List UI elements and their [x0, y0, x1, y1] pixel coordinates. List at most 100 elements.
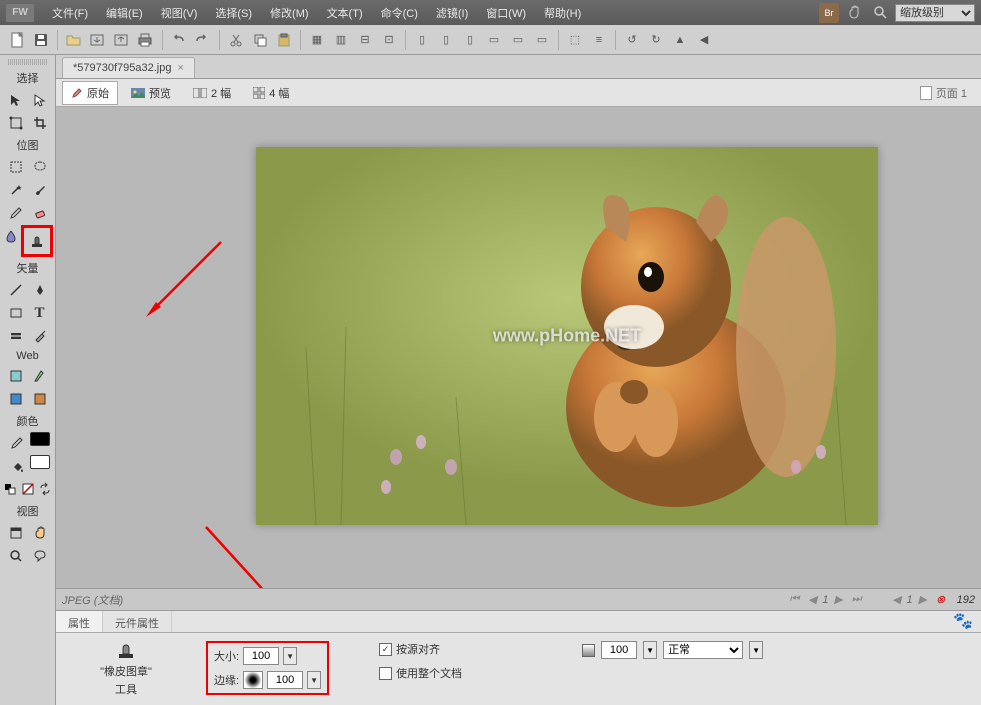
- distribute-h-icon[interactable]: ⊟: [354, 29, 376, 51]
- no-color-icon[interactable]: [20, 478, 36, 500]
- transform-icon[interactable]: ⬚: [564, 29, 586, 51]
- align-left-icon[interactable]: ▯: [411, 29, 433, 51]
- lasso-tool[interactable]: [29, 156, 51, 178]
- opacity-dropdown-icon[interactable]: ▼: [643, 641, 657, 659]
- menu-select[interactable]: 选择(S): [207, 2, 260, 24]
- align-top-icon[interactable]: ▭: [483, 29, 505, 51]
- redo-icon[interactable]: [192, 29, 214, 51]
- freeform-tool[interactable]: [5, 325, 27, 347]
- view-preview[interactable]: 预览: [122, 81, 180, 105]
- subselect-tool[interactable]: [29, 89, 51, 111]
- bridge-icon[interactable]: Br: [819, 3, 839, 23]
- size-dropdown-icon[interactable]: ▼: [283, 647, 297, 665]
- opacity-swatch[interactable]: [582, 644, 595, 657]
- blend-mode-select[interactable]: 正常: [663, 641, 743, 659]
- blur-tool[interactable]: [2, 225, 19, 247]
- copy-icon[interactable]: [249, 29, 271, 51]
- wand-tool[interactable]: [5, 179, 27, 201]
- scale-tool[interactable]: [5, 112, 27, 134]
- nav2-prev-icon[interactable]: ◀: [889, 592, 905, 608]
- size-input[interactable]: [243, 647, 279, 665]
- close-tab-icon[interactable]: ×: [177, 62, 183, 74]
- swap-colors-icon[interactable]: [37, 478, 53, 500]
- ungroup-icon[interactable]: ▥: [330, 29, 352, 51]
- rubber-stamp-tool[interactable]: [26, 230, 48, 252]
- panel-grip[interactable]: [8, 59, 48, 65]
- hotspot-tool[interactable]: [5, 365, 27, 387]
- brush-tool[interactable]: [29, 179, 51, 201]
- group-icon[interactable]: ▦: [306, 29, 328, 51]
- menu-help[interactable]: 帮助(H): [536, 2, 589, 24]
- page-indicator[interactable]: 页面 1: [912, 82, 975, 104]
- file-tab[interactable]: *579730f795a32.jpg ×: [62, 57, 195, 78]
- nav-last-icon[interactable]: ⏭: [849, 592, 865, 608]
- zoom-tool[interactable]: [5, 545, 27, 567]
- menu-text[interactable]: 文本(T): [319, 2, 371, 24]
- zoom-select[interactable]: 缩放级别: [895, 4, 975, 22]
- opacity-input[interactable]: [601, 641, 637, 659]
- menu-file[interactable]: 文件(F): [44, 2, 96, 24]
- hand-icon[interactable]: [845, 3, 865, 23]
- stroke-swatch[interactable]: [30, 432, 50, 446]
- undo-icon[interactable]: [168, 29, 190, 51]
- close-doc-icon[interactable]: ⊗: [933, 592, 949, 608]
- menu-modify[interactable]: 修改(M): [262, 2, 317, 24]
- hand-tool[interactable]: [29, 522, 51, 544]
- tab-attributes[interactable]: 属性: [56, 611, 103, 632]
- knife-tool[interactable]: [29, 325, 51, 347]
- align-center-icon[interactable]: ▯: [435, 29, 457, 51]
- zoom-icon[interactable]: [871, 3, 891, 23]
- text-tool[interactable]: T: [29, 302, 51, 324]
- open-icon[interactable]: [63, 29, 85, 51]
- default-colors-icon[interactable]: [2, 478, 18, 500]
- align-source-checkbox[interactable]: ✓: [379, 643, 392, 656]
- show-slices-icon[interactable]: [29, 388, 51, 410]
- view-4up[interactable]: 4 幅: [244, 81, 298, 105]
- line-tool[interactable]: [5, 279, 27, 301]
- rotate-cw-icon[interactable]: ↻: [645, 29, 667, 51]
- flip-v-icon[interactable]: ◀: [693, 29, 715, 51]
- fill-swatch[interactable]: [30, 455, 50, 469]
- import-icon[interactable]: [87, 29, 109, 51]
- lasso-select-tool[interactable]: [29, 545, 51, 567]
- print-icon[interactable]: [135, 29, 157, 51]
- flip-h-icon[interactable]: ▲: [669, 29, 691, 51]
- use-whole-doc-checkbox[interactable]: [379, 667, 392, 680]
- fill-color[interactable]: [6, 455, 28, 477]
- edge-swatch[interactable]: [243, 671, 263, 689]
- screen-mode-icon[interactable]: [5, 522, 27, 544]
- crop-tool[interactable]: [29, 112, 51, 134]
- distribute-v-icon[interactable]: ⊡: [378, 29, 400, 51]
- nav-next-icon[interactable]: ▶: [831, 592, 847, 608]
- eraser-tool[interactable]: [29, 202, 51, 224]
- align-bottom-icon[interactable]: ▭: [531, 29, 553, 51]
- paste-icon[interactable]: [273, 29, 295, 51]
- nav-prev-icon[interactable]: ◀: [804, 592, 820, 608]
- menu-view[interactable]: 视图(V): [153, 2, 206, 24]
- pen-tool[interactable]: [29, 279, 51, 301]
- rotate-ccw-icon[interactable]: ↺: [621, 29, 643, 51]
- marquee-tool[interactable]: [5, 156, 27, 178]
- tab-element-attributes[interactable]: 元件属性: [103, 611, 172, 632]
- slice-tool[interactable]: [29, 365, 51, 387]
- export-icon[interactable]: [111, 29, 133, 51]
- nav-first-icon[interactable]: ⏮: [786, 592, 802, 608]
- view-original[interactable]: 原始: [62, 81, 118, 105]
- mode-dropdown-icon[interactable]: ▼: [749, 641, 763, 659]
- menu-window[interactable]: 窗口(W): [478, 2, 534, 24]
- cut-icon[interactable]: [225, 29, 247, 51]
- pencil-tool[interactable]: [5, 202, 27, 224]
- align-right-icon[interactable]: ▯: [459, 29, 481, 51]
- canvas[interactable]: www.pHome.NET: [56, 107, 981, 588]
- align-middle-icon[interactable]: ▭: [507, 29, 529, 51]
- menu-commands[interactable]: 命令(C): [373, 2, 426, 24]
- new-icon[interactable]: [6, 29, 28, 51]
- edge-input[interactable]: [267, 671, 303, 689]
- pointer-tool[interactable]: [5, 89, 27, 111]
- rectangle-tool[interactable]: [5, 302, 27, 324]
- stroke-color[interactable]: [6, 432, 28, 454]
- menu-filters[interactable]: 滤镜(I): [428, 2, 476, 24]
- edge-dropdown-icon[interactable]: ▼: [307, 671, 321, 689]
- nav2-next-icon[interactable]: ▶: [915, 592, 931, 608]
- save-icon[interactable]: [30, 29, 52, 51]
